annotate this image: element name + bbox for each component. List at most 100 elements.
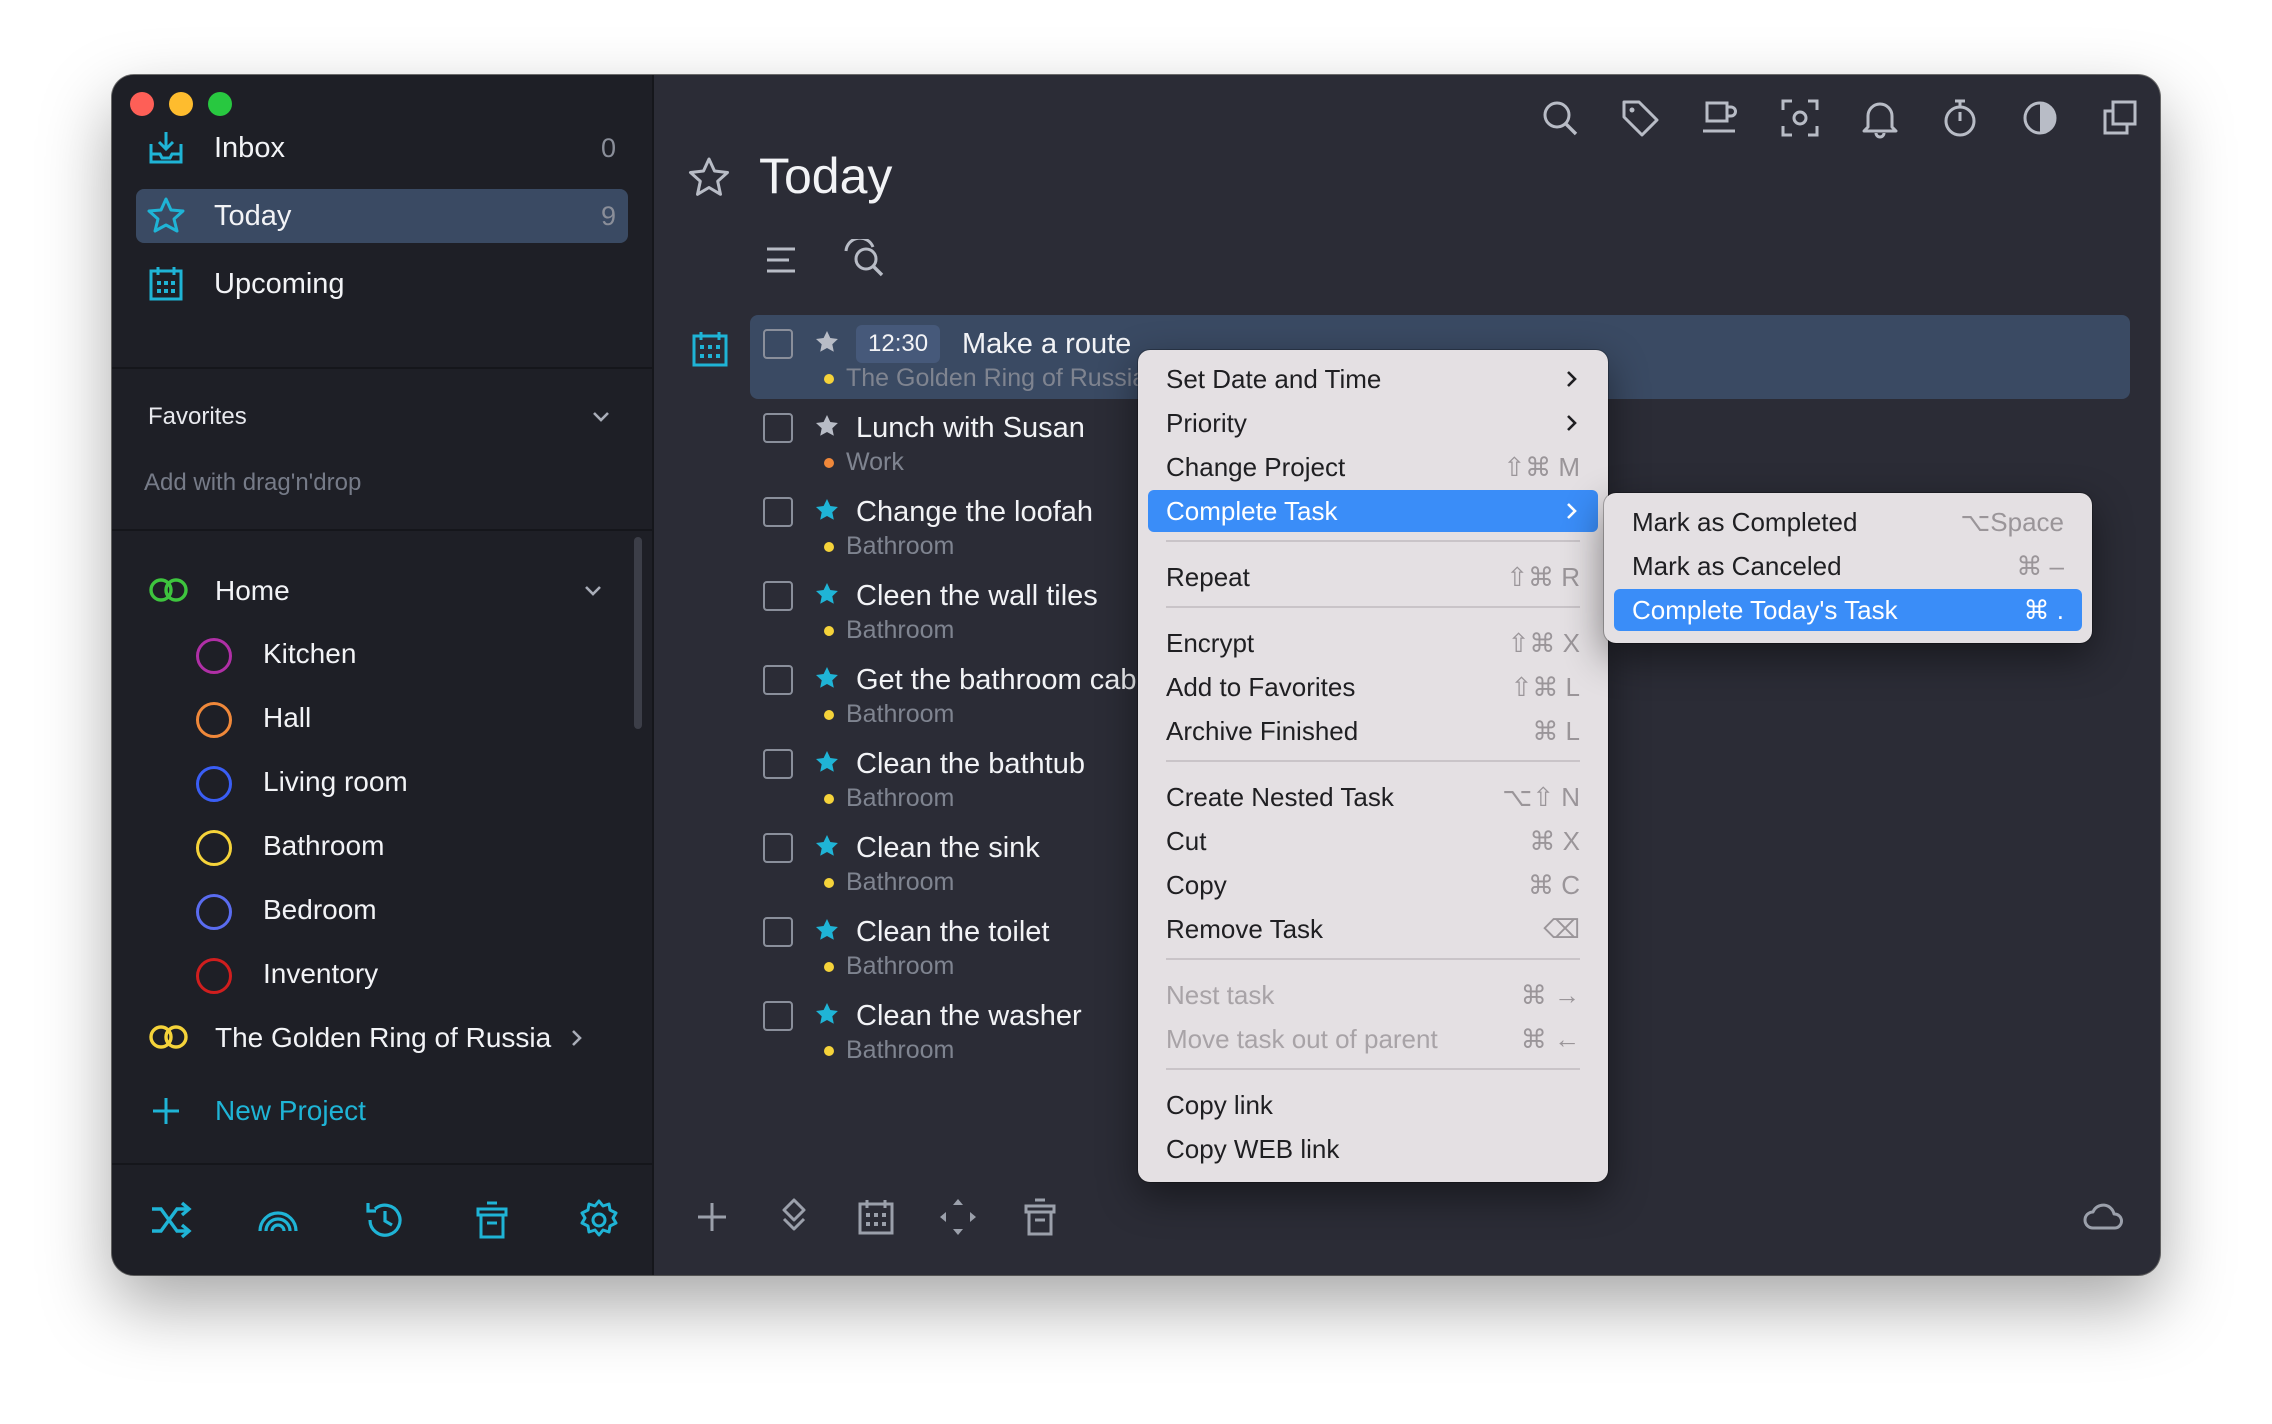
chevron-right-icon[interactable] <box>566 1027 588 1049</box>
app-window: Inbox 0 Today 9 Upcoming Favorites Add w… <box>112 75 2160 1275</box>
star-icon[interactable] <box>814 329 840 355</box>
menu-separator <box>1166 540 1580 542</box>
task-checkbox[interactable] <box>763 1001 793 1031</box>
project-color-ring <box>196 638 232 674</box>
gear-icon[interactable] <box>576 1197 622 1243</box>
cloud-sync-icon[interactable] <box>2082 1195 2126 1239</box>
star-icon[interactable] <box>814 413 840 439</box>
project-home[interactable]: Home <box>148 567 608 619</box>
menu-item-repeat[interactable]: Repeat ⇧⌘ R <box>1148 556 1598 598</box>
menu-item-set-date-time[interactable]: Set Date and Time <box>1148 358 1598 400</box>
menu-item-shortcut: ⌘ X <box>1529 826 1580 856</box>
menu-item-shortcut: ⇧⌘ X <box>1507 628 1580 658</box>
task-checkbox[interactable] <box>763 749 793 779</box>
move-arrows-icon[interactable] <box>936 1195 980 1239</box>
menu-item-copy-link[interactable]: Copy link <box>1148 1084 1598 1126</box>
menu-item-complete-task[interactable]: Complete Task <box>1148 490 1598 532</box>
rainbow-icon[interactable] <box>255 1197 301 1243</box>
star-icon[interactable] <box>814 917 840 943</box>
nav-upcoming[interactable]: Upcoming <box>136 257 628 311</box>
menu-item-mark-canceled[interactable]: Mark as Canceled ⌘ – <box>1614 545 2082 587</box>
chevron-right-icon <box>1567 415 1577 431</box>
star-icon[interactable] <box>814 581 840 607</box>
coffee-icon[interactable] <box>1699 97 1741 139</box>
nav-inbox[interactable]: Inbox 0 <box>136 121 628 175</box>
project-dot <box>824 878 834 888</box>
priority-icon[interactable] <box>772 1195 816 1239</box>
menu-item-remove-task[interactable]: Remove Task ⌫ <box>1148 908 1598 950</box>
star-icon[interactable] <box>814 833 840 859</box>
task-time-badge: 12:30 <box>856 325 941 363</box>
project-golden-ring[interactable]: The Golden Ring of Russia <box>148 1014 608 1066</box>
trash-icon[interactable] <box>469 1197 515 1243</box>
menu-item-encrypt[interactable]: Encrypt ⇧⌘ X <box>1148 622 1598 664</box>
task-checkbox[interactable] <box>763 665 793 695</box>
task-checkbox[interactable] <box>763 833 793 863</box>
menu-item-complete-todays-task[interactable]: Complete Today's Task ⌘ . <box>1614 589 2082 631</box>
sidebar-scrollbar[interactable] <box>634 537 642 729</box>
star-icon[interactable] <box>814 665 840 691</box>
project-dot <box>824 374 834 384</box>
project-home-label: Home <box>215 575 290 606</box>
menu-item-create-nested-task[interactable]: Create Nested Task ⌥⇧ N <box>1148 776 1598 818</box>
menu-item-shortcut: ⌘ ← <box>1520 1024 1580 1054</box>
star-icon[interactable] <box>814 1001 840 1027</box>
star-icon[interactable] <box>687 156 731 200</box>
star-icon[interactable] <box>814 749 840 775</box>
task-project: Bathroom <box>846 616 955 644</box>
menu-item-shortcut: ⌫ <box>1543 914 1580 944</box>
menu-item-cut[interactable]: Cut ⌘ X <box>1148 820 1598 862</box>
trash-icon[interactable] <box>1018 1195 1062 1239</box>
task-title: Lunch with Susan <box>856 412 1085 444</box>
menu-item-shortcut: ⇧⌘ M <box>1503 452 1580 482</box>
task-checkbox[interactable] <box>763 917 793 947</box>
task-checkbox[interactable] <box>763 497 793 527</box>
theme-contrast-icon[interactable] <box>2019 97 2061 139</box>
project-label: Living room <box>263 766 408 797</box>
shuffle-icon[interactable] <box>148 1197 194 1243</box>
menu-item-priority[interactable]: Priority <box>1148 402 1598 444</box>
add-task-icon[interactable] <box>690 1195 734 1239</box>
task-checkbox[interactable] <box>763 413 793 443</box>
task-title: Clean the sink <box>856 832 1040 864</box>
star-icon[interactable] <box>814 497 840 523</box>
windows-icon[interactable] <box>2099 97 2141 139</box>
bell-icon[interactable] <box>1859 97 1901 139</box>
menu-item-label: Complete Today's Task <box>1632 595 1898 625</box>
history-icon[interactable] <box>362 1197 408 1243</box>
zoom-window-button[interactable] <box>208 92 232 116</box>
close-window-button[interactable] <box>130 92 154 116</box>
task-project: Bathroom <box>846 868 955 896</box>
menu-item-mark-completed[interactable]: Mark as Completed ⌥Space <box>1614 501 2082 543</box>
divider <box>112 529 652 531</box>
timer-icon[interactable] <box>1939 97 1981 139</box>
menu-item-add-to-favorites[interactable]: Add to Favorites ⇧⌘ L <box>1148 666 1598 708</box>
sidebar: Inbox 0 Today 9 Upcoming Favorites Add w… <box>112 75 654 1275</box>
chevron-down-icon[interactable] <box>582 580 604 602</box>
tag-icon[interactable] <box>1619 97 1661 139</box>
menu-item-shortcut: ⌘ L <box>1532 716 1580 746</box>
project-color-ring <box>196 830 232 866</box>
focus-icon[interactable] <box>1779 97 1821 139</box>
menu-item-copy[interactable]: Copy ⌘ C <box>1148 864 1598 906</box>
new-project-button[interactable]: New Project <box>148 1087 408 1139</box>
menu-item-label: Priority <box>1166 408 1247 438</box>
search-icon[interactable] <box>1539 97 1581 139</box>
chevron-down-icon[interactable] <box>590 406 612 428</box>
task-project: Bathroom <box>846 784 955 812</box>
minimize-window-button[interactable] <box>169 92 193 116</box>
calendar-icon[interactable] <box>690 329 730 369</box>
task-checkbox[interactable] <box>763 329 793 359</box>
menu-item-copy-web-link[interactable]: Copy WEB link <box>1148 1128 1598 1170</box>
menu-item-archive-finished[interactable]: Archive Finished ⌘ L <box>1148 710 1598 752</box>
project-golden-ring-label: The Golden Ring of Russia <box>215 1022 552 1053</box>
menu-item-shortcut: ⌘ C <box>1528 870 1580 900</box>
nav-today[interactable]: Today 9 <box>136 189 628 243</box>
menu-item-label: Change Project <box>1166 452 1346 482</box>
menu-item-change-project[interactable]: Change Project ⇧⌘ M <box>1148 446 1598 488</box>
task-project: Bathroom <box>846 1036 955 1064</box>
task-checkbox[interactable] <box>763 581 793 611</box>
menu-separator <box>1166 958 1580 960</box>
task-project: Work <box>846 448 904 476</box>
calendar-icon[interactable] <box>854 1195 898 1239</box>
